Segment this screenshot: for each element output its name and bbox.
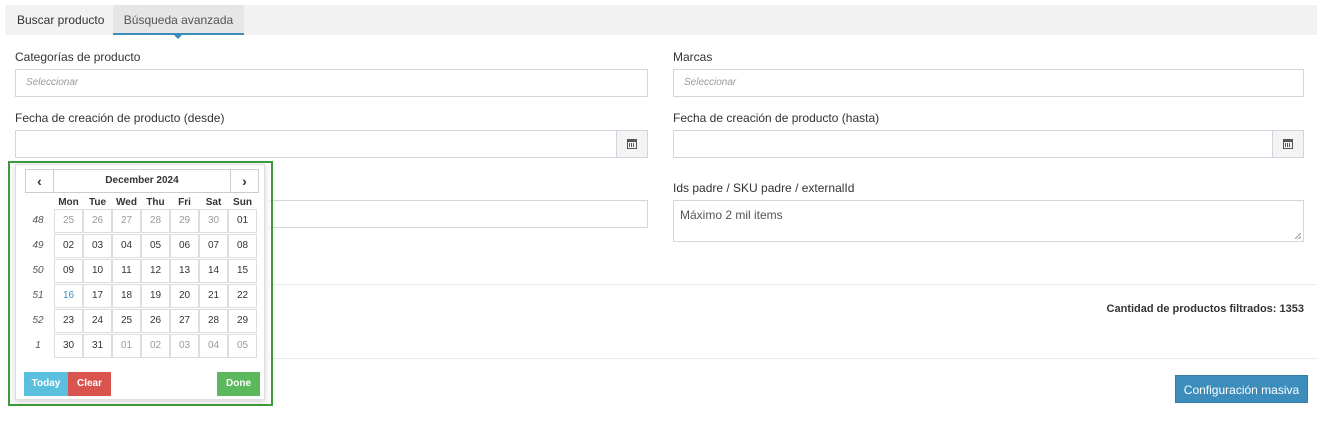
marcas-label: Marcas [673,50,713,64]
calendar-day[interactable]: 15 [228,259,257,283]
calendar-day[interactable]: 02 [141,334,170,358]
calendar-day[interactable]: 17 [83,284,112,308]
calendar-day[interactable]: 14 [199,259,228,283]
tab-bar: Buscar producto Búsqueda avanzada [5,5,1317,39]
fecha-hasta-label: Fecha de creación de producto (hasta) [673,111,880,125]
chevron-right-icon: › [242,173,247,189]
obscured-input[interactable] [270,200,648,228]
calendar-day[interactable]: 25 [112,309,141,333]
calendar-day[interactable]: 28 [199,309,228,333]
calendar-day[interactable]: 25 [54,209,83,233]
calendar-day[interactable]: 01 [112,334,141,358]
calendar-day[interactable]: 22 [228,284,257,308]
fecha-hasta-calendar-button[interactable] [1272,130,1304,158]
calendar-day[interactable]: 03 [170,334,199,358]
fecha-hasta-input[interactable] [673,130,1304,158]
calendar-day[interactable]: 20 [170,284,199,308]
weekday-header: Tue [88,197,107,208]
clear-button[interactable]: Clear [68,372,111,396]
weekday-header: Wed [116,197,137,208]
calendar-day[interactable]: 06 [170,234,199,258]
calendar-day[interactable]: 04 [199,334,228,358]
calendar-day[interactable]: 19 [141,284,170,308]
calendar-day[interactable]: 05 [228,334,257,358]
prev-month-button[interactable]: ‹ [25,169,54,193]
weekday-header: Mon [58,197,79,208]
week-number: 49 [32,240,44,251]
ids-padre-placeholder: Máximo 2 mil items [680,208,783,222]
calendar-day[interactable]: 08 [228,234,257,258]
chevron-left-icon: ‹ [37,173,42,189]
categorias-select[interactable]: Seleccionar [15,69,648,97]
tab-buscar-producto[interactable]: Buscar producto [7,5,115,35]
categorias-placeholder: Seleccionar [26,77,79,88]
filtered-count-label: Cantidad de productos filtrados: [1106,303,1277,315]
week-number: 50 [32,265,44,276]
calendar-day[interactable]: 23 [54,309,83,333]
marcas-select[interactable]: Seleccionar [673,69,1304,97]
next-month-button[interactable]: › [230,169,259,193]
tab-busqueda-avanzada[interactable]: Búsqueda avanzada [113,5,244,39]
configuracion-masiva-button[interactable]: Configuración masiva [1175,375,1308,403]
fecha-desde-label: Fecha de creación de producto (desde) [15,111,225,125]
categorias-label: Categorías de producto [15,50,141,64]
calendar-day[interactable]: 18 [112,284,141,308]
calendar-day[interactable]: 27 [170,309,199,333]
calendar-day[interactable]: 26 [141,309,170,333]
calendar-day[interactable]: 09 [54,259,83,283]
weekday-header: Thu [146,197,165,208]
calendar-icon [627,139,637,149]
week-number: 1 [35,340,41,351]
week-number: 52 [32,315,44,326]
calendar-day[interactable]: 16 [54,284,83,308]
calendar-day[interactable]: 02 [54,234,83,258]
calendar-day[interactable]: 01 [228,209,257,233]
filtered-count: Cantidad de productos filtrados: 1353 [1107,303,1304,315]
calendar-day[interactable]: 28 [141,209,170,233]
calendar-day[interactable]: 31 [83,334,112,358]
fecha-desde-calendar-button[interactable] [616,130,648,158]
calendar-day[interactable]: 11 [112,259,141,283]
today-button[interactable]: Today [24,372,68,396]
calendar-day[interactable]: 29 [170,209,199,233]
tab-busqueda-avanzada-label: Búsqueda avanzada [123,13,234,27]
filtered-count-value: 1353 [1279,303,1304,315]
done-button[interactable]: Done [217,372,260,396]
calendar-day[interactable]: 05 [141,234,170,258]
calendar-day[interactable]: 21 [199,284,228,308]
week-number: 48 [32,215,44,226]
ids-padre-label: Ids padre / SKU padre / externalId [673,181,855,195]
calendar-day[interactable]: 03 [83,234,112,258]
fecha-desde-input[interactable] [15,130,648,158]
calendar-day[interactable]: 30 [199,209,228,233]
active-tab-caret-icon [173,34,183,39]
calendar-day[interactable]: 10 [83,259,112,283]
calendar-day[interactable]: 29 [228,309,257,333]
calendar-day[interactable]: 12 [141,259,170,283]
divider [270,358,1317,359]
month-title[interactable]: December 2024 [54,169,230,193]
weekday-header: Sun [233,197,252,208]
calendar-icon [1283,139,1293,149]
calendar-day[interactable]: 13 [170,259,199,283]
weekday-header: Sat [205,197,222,208]
calendar-day[interactable]: 24 [83,309,112,333]
calendar-day[interactable]: 04 [112,234,141,258]
ids-padre-textarea[interactable]: Máximo 2 mil items [673,200,1304,242]
marcas-placeholder: Seleccionar [684,77,737,88]
calendar-day[interactable]: 30 [54,334,83,358]
resize-grip-icon[interactable] [1295,233,1301,239]
week-number: 51 [32,290,44,301]
calendar-day[interactable]: 27 [112,209,141,233]
calendar-day[interactable]: 26 [83,209,112,233]
calendar-day[interactable]: 07 [199,234,228,258]
weekday-header: Fri [178,197,191,208]
divider [270,284,1317,285]
datepicker-header: ‹ December 2024 › [25,169,259,193]
datepicker: ‹ December 2024 › Mon Tue Wed Thu Fri Sat Sun 4… [15,164,265,400]
